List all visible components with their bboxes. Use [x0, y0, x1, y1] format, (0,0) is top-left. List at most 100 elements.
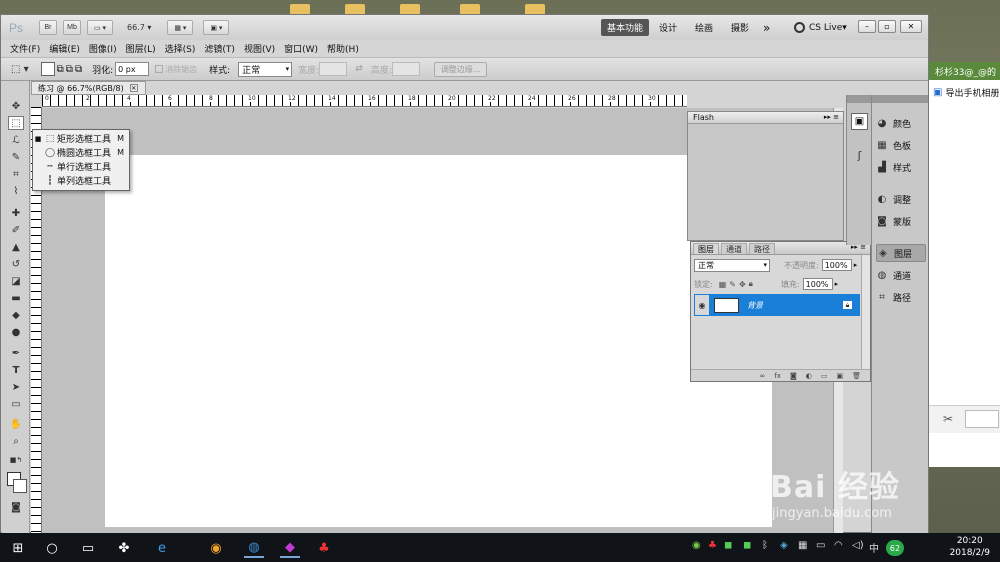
menu-select[interactable]: 选择(S) [165, 42, 196, 55]
fill-input[interactable]: 100% [802, 278, 833, 290]
single-row-marquee-menu-item[interactable]: ┅ 单行选框工具 [33, 160, 129, 174]
antialias-checkbox[interactable] [155, 65, 164, 73]
layers-scrollbar[interactable] [861, 255, 870, 370]
delete-layer-icon[interactable]: 🗑︎ [852, 372, 861, 380]
bridge-button[interactable]: Br [39, 20, 57, 35]
menu-window[interactable]: 窗口(W) [284, 42, 318, 55]
rect-marquee-menu-item[interactable]: ■ ⬚ 矩形选框工具 M [33, 132, 129, 146]
ime-indicator[interactable]: 中 [869, 540, 879, 555]
photoshop-taskbar-icon[interactable]: ◆ [280, 538, 300, 558]
tool-preset-picker[interactable]: ⬚ ▾ [11, 64, 29, 75]
opacity-input[interactable]: 100% [821, 259, 852, 271]
dock-masks[interactable]: ◙ 蒙版 [876, 212, 926, 230]
lasso-tool-icon[interactable]: ℒ [8, 133, 24, 147]
task-view-icon[interactable]: ▭ [78, 538, 98, 558]
panel-menu-icon[interactable]: ▸▸ ≡ [824, 113, 839, 121]
new-group-icon[interactable]: ▭ [821, 372, 828, 380]
ellipse-marquee-menu-item[interactable]: ◯ 椭圆选框工具 M [33, 146, 129, 160]
cs-live-button[interactable]: CS Live ▾ [794, 19, 847, 36]
quick-mask-icon[interactable]: ◙ [8, 500, 24, 514]
cortana-icon[interactable]: ○ [42, 538, 62, 558]
qq-icon[interactable]: ♣ [314, 538, 334, 558]
style-select[interactable]: 正常 ▾ [238, 61, 293, 77]
opacity-arrow-icon[interactable]: ▸ [854, 261, 858, 269]
type-tool-icon[interactable]: T [8, 363, 24, 377]
ie-browser-icon[interactable]: e [152, 538, 172, 558]
workspace-design[interactable]: 设计 [659, 19, 677, 36]
script-panel-icon[interactable]: ʃ [851, 147, 868, 164]
side-input[interactable] [965, 410, 999, 428]
add-selection-icon[interactable]: ⧉ [57, 64, 64, 75]
flash-panel-header[interactable]: Flash ▸▸ ≡ [688, 112, 843, 124]
tab-channels[interactable]: 通道 [721, 243, 747, 254]
move-tool-icon[interactable]: ✥ [8, 99, 24, 113]
zoom-tool-icon[interactable]: ⌕ [8, 434, 24, 448]
close-button[interactable]: ✕ [900, 20, 922, 33]
tray-battery-icon[interactable]: ▭ [816, 540, 825, 551]
notification-badge[interactable]: 62 [886, 540, 904, 556]
background-color-swatch[interactable] [13, 479, 27, 493]
quick-select-tool-icon[interactable]: ✎ [8, 150, 24, 164]
layer-style-icon[interactable]: fx [774, 372, 781, 380]
workspace-photography[interactable]: 摄影 [731, 19, 749, 36]
document-canvas[interactable] [105, 155, 772, 527]
minimize-button[interactable]: – [858, 20, 876, 33]
lock-position-icon[interactable]: ✥ [739, 280, 746, 289]
pen-tool-icon[interactable]: ✒ [8, 346, 24, 360]
document-tab[interactable]: 练习 @ 66.7%(RGB/8) ✕ [31, 81, 146, 95]
clone-stamp-tool-icon[interactable]: ▲ [8, 240, 24, 254]
subtract-selection-icon[interactable]: ⧉ [66, 64, 73, 75]
new-selection-icon[interactable] [40, 62, 55, 76]
dock-adjustments[interactable]: ◐ 调整 [876, 190, 926, 208]
eyedropper-tool-icon[interactable]: ⌇ [8, 184, 24, 198]
system-clock[interactable]: 20:20 2018/2/9 [950, 535, 990, 559]
menu-filter[interactable]: 滤镜(T) [204, 42, 235, 55]
dock-styles[interactable]: ▟ 样式 [876, 158, 926, 176]
tray-security-icon[interactable]: ◈ [780, 540, 788, 551]
tray-nvidia-icon[interactable]: ◼ [743, 540, 751, 551]
chrome-icon[interactable]: ◉ [206, 538, 226, 558]
adjustment-layer-icon[interactable]: ◐ [806, 372, 812, 380]
eraser-tool-icon[interactable]: ◪ [8, 274, 24, 288]
layer-row-background[interactable]: ◉ 背景 🔒︎ [694, 294, 860, 316]
lock-pixels-icon[interactable]: ✎ [729, 280, 736, 289]
menu-file[interactable]: 文件(F) [10, 42, 40, 55]
menu-layer[interactable]: 图层(L) [126, 42, 156, 55]
dock-paths[interactable]: ⌗ 路径 [876, 288, 926, 306]
screen-mode-button[interactable]: ▣ ▾ [203, 20, 230, 35]
menu-image[interactable]: 图像(I) [89, 42, 117, 55]
tab-layers[interactable]: 图层 [693, 243, 719, 254]
height-input[interactable] [391, 62, 420, 76]
dock-swatches[interactable]: ▦ 色板 [876, 136, 926, 154]
shape-tool-icon[interactable]: ▭ [8, 397, 24, 411]
zoom-level[interactable]: 66.7 ▾ [127, 23, 151, 32]
marquee-tool-icon[interactable]: ⬚ [8, 116, 24, 130]
lock-transparency-icon[interactable]: ▦ [719, 280, 727, 289]
brush-tool-icon[interactable]: ✐ [8, 223, 24, 237]
healing-brush-tool-icon[interactable]: ✚ [8, 206, 24, 220]
workspace-essentials[interactable]: 基本功能 [601, 19, 650, 36]
new-layer-icon[interactable]: ▣ [836, 372, 843, 380]
fan-app-icon[interactable]: ✤ [114, 538, 134, 558]
crop-tool-icon[interactable]: ⌗ [8, 167, 24, 181]
feather-input[interactable]: 0 px [115, 62, 150, 76]
flash-panel-icon[interactable]: ▣ [851, 113, 868, 130]
dodge-tool-icon[interactable]: ● [8, 325, 24, 339]
add-mask-icon[interactable]: ◙ [790, 372, 797, 380]
tray-app-icon[interactable]: ◉ [692, 540, 701, 551]
menu-edit[interactable]: 编辑(E) [49, 42, 80, 55]
dock-layers[interactable]: ◈ 图层 [876, 244, 926, 262]
view-extras-button[interactable]: ▭ ▾ [87, 20, 113, 35]
gradient-tool-icon[interactable]: ▬ [8, 291, 24, 305]
close-document-icon[interactable]: ✕ [129, 84, 138, 92]
fill-arrow-icon[interactable]: ▸ [835, 280, 839, 288]
scissors-icon[interactable]: ✂ [943, 412, 953, 426]
lock-all-icon[interactable]: 🔒︎ [749, 279, 753, 289]
single-column-marquee-menu-item[interactable]: ┇ 单列选框工具 [33, 174, 129, 188]
tray-qq-icon[interactable]: ♣ [708, 540, 717, 551]
refine-edge-button[interactable]: 调整边缘... [433, 61, 488, 77]
menu-help[interactable]: 帮助(H) [327, 42, 359, 55]
tab-paths[interactable]: 路径 [749, 243, 775, 254]
workspace-painting[interactable]: 绘画 [695, 19, 713, 36]
export-phone-album-item[interactable]: ▣ 导出手机相册 [933, 86, 999, 99]
